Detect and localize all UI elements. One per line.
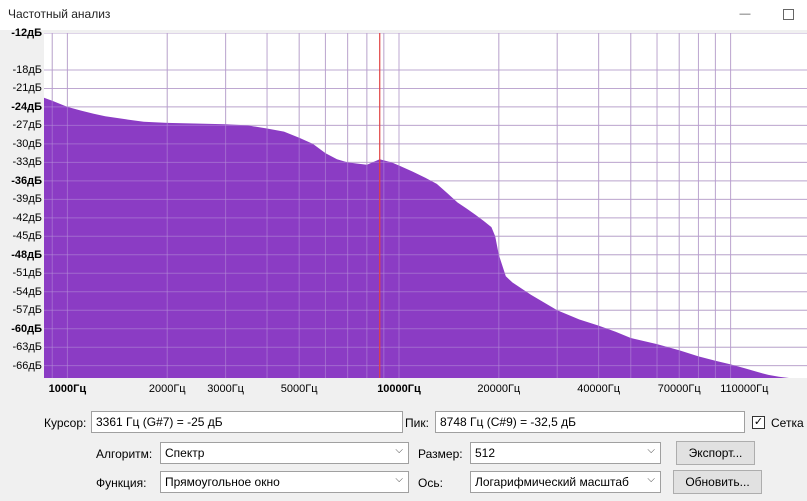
y-tick-label: -36дБ [11, 174, 42, 187]
size-label: Размер: [418, 447, 463, 461]
y-tick-label: -66дБ [12, 359, 42, 372]
peak-label: Пик: [405, 416, 429, 430]
y-tick-label: -48дБ [11, 248, 42, 261]
chevron-down-icon: ⌵ [647, 445, 655, 456]
cursor-label: Курсор: [44, 416, 87, 430]
function-value: Прямоугольное окно [165, 475, 280, 489]
x-tick-label: 2000Гц [148, 383, 186, 395]
y-tick-label: -12дБ [11, 27, 42, 39]
y-tick-label: -21дБ [12, 82, 42, 95]
chevron-down-icon: ⌵ [395, 445, 403, 456]
cursor-readout: 3361 Гц (G#7) = -25 дБ [91, 411, 403, 433]
x-tick-label: 3000Гц [207, 383, 244, 395]
update-button[interactable]: Обновить... [673, 470, 762, 494]
x-tick-label: 70000Гц [657, 383, 701, 395]
axis-select[interactable]: Логарифмический масштаб ⌵ [470, 471, 661, 493]
y-tick-label: -57дБ [12, 304, 42, 317]
y-tick-label: -45дБ [12, 230, 42, 243]
y-tick-label: -63дБ [12, 341, 42, 354]
size-select[interactable]: 512 ⌵ [470, 442, 661, 464]
size-value: 512 [475, 446, 496, 460]
y-axis: -12дБ -18дБ -21дБ -24дБ -27дБ -30дБ -33дБ -36дБ… [0, 27, 44, 380]
chevron-down-icon: ⌵ [395, 474, 403, 485]
function-select[interactable]: Прямоугольное окно ⌵ [160, 471, 409, 493]
x-tick-label: 1000Гц [48, 383, 87, 395]
check-icon: ✓ [753, 416, 764, 428]
x-tick-label: 20000Гц [477, 383, 521, 395]
title-bar: Частотный анализ — [0, 0, 807, 30]
x-tick-label: 5000Гц [280, 383, 318, 395]
y-tick-label: -54дБ [12, 285, 42, 298]
minimize-icon[interactable]: — [735, 5, 755, 23]
x-tick-label: 10000Гц [377, 383, 421, 395]
y-tick-label: -30дБ [12, 137, 42, 150]
algorithm-select[interactable]: Спектр ⌵ [160, 442, 409, 464]
spectrum-plot [44, 33, 807, 378]
y-tick-label: -27дБ [12, 119, 42, 132]
function-label: Функция: [96, 476, 147, 490]
peak-readout: 8748 Гц (C#9) = -32,5 дБ [435, 411, 745, 433]
algorithm-value: Спектр [165, 446, 205, 460]
y-tick-label: -33дБ [12, 156, 42, 169]
spectrum-area [44, 97, 807, 378]
spectrum-svg [44, 33, 807, 378]
grid-label: Сетка [771, 416, 804, 430]
x-axis: 1000Гц 2000Гц 3000Гц 5000Гц 10000Гц 20000Гц 40… [44, 378, 807, 406]
x-tick-label: 110000Гц [720, 383, 769, 395]
algorithm-label: Алгоритм: [96, 447, 153, 461]
grid-checkbox[interactable]: ✓ [752, 416, 765, 429]
y-tick-label: -51дБ [12, 267, 42, 280]
maximize-icon[interactable] [778, 5, 798, 23]
axis-value: Логарифмический масштаб [475, 475, 629, 489]
x-tick-label: 40000Гц [577, 383, 621, 395]
y-tick-label: -42дБ [12, 211, 42, 224]
window-title: Частотный анализ [8, 7, 111, 21]
axis-label: Ось: [418, 476, 443, 490]
chevron-down-icon: ⌵ [647, 474, 655, 485]
y-tick-label: -18дБ [12, 63, 42, 76]
y-tick-label: -39дБ [12, 193, 42, 206]
y-tick-label: -24дБ [11, 100, 42, 113]
export-button[interactable]: Экспорт... [676, 441, 755, 465]
y-tick-label: -60дБ [11, 322, 42, 335]
